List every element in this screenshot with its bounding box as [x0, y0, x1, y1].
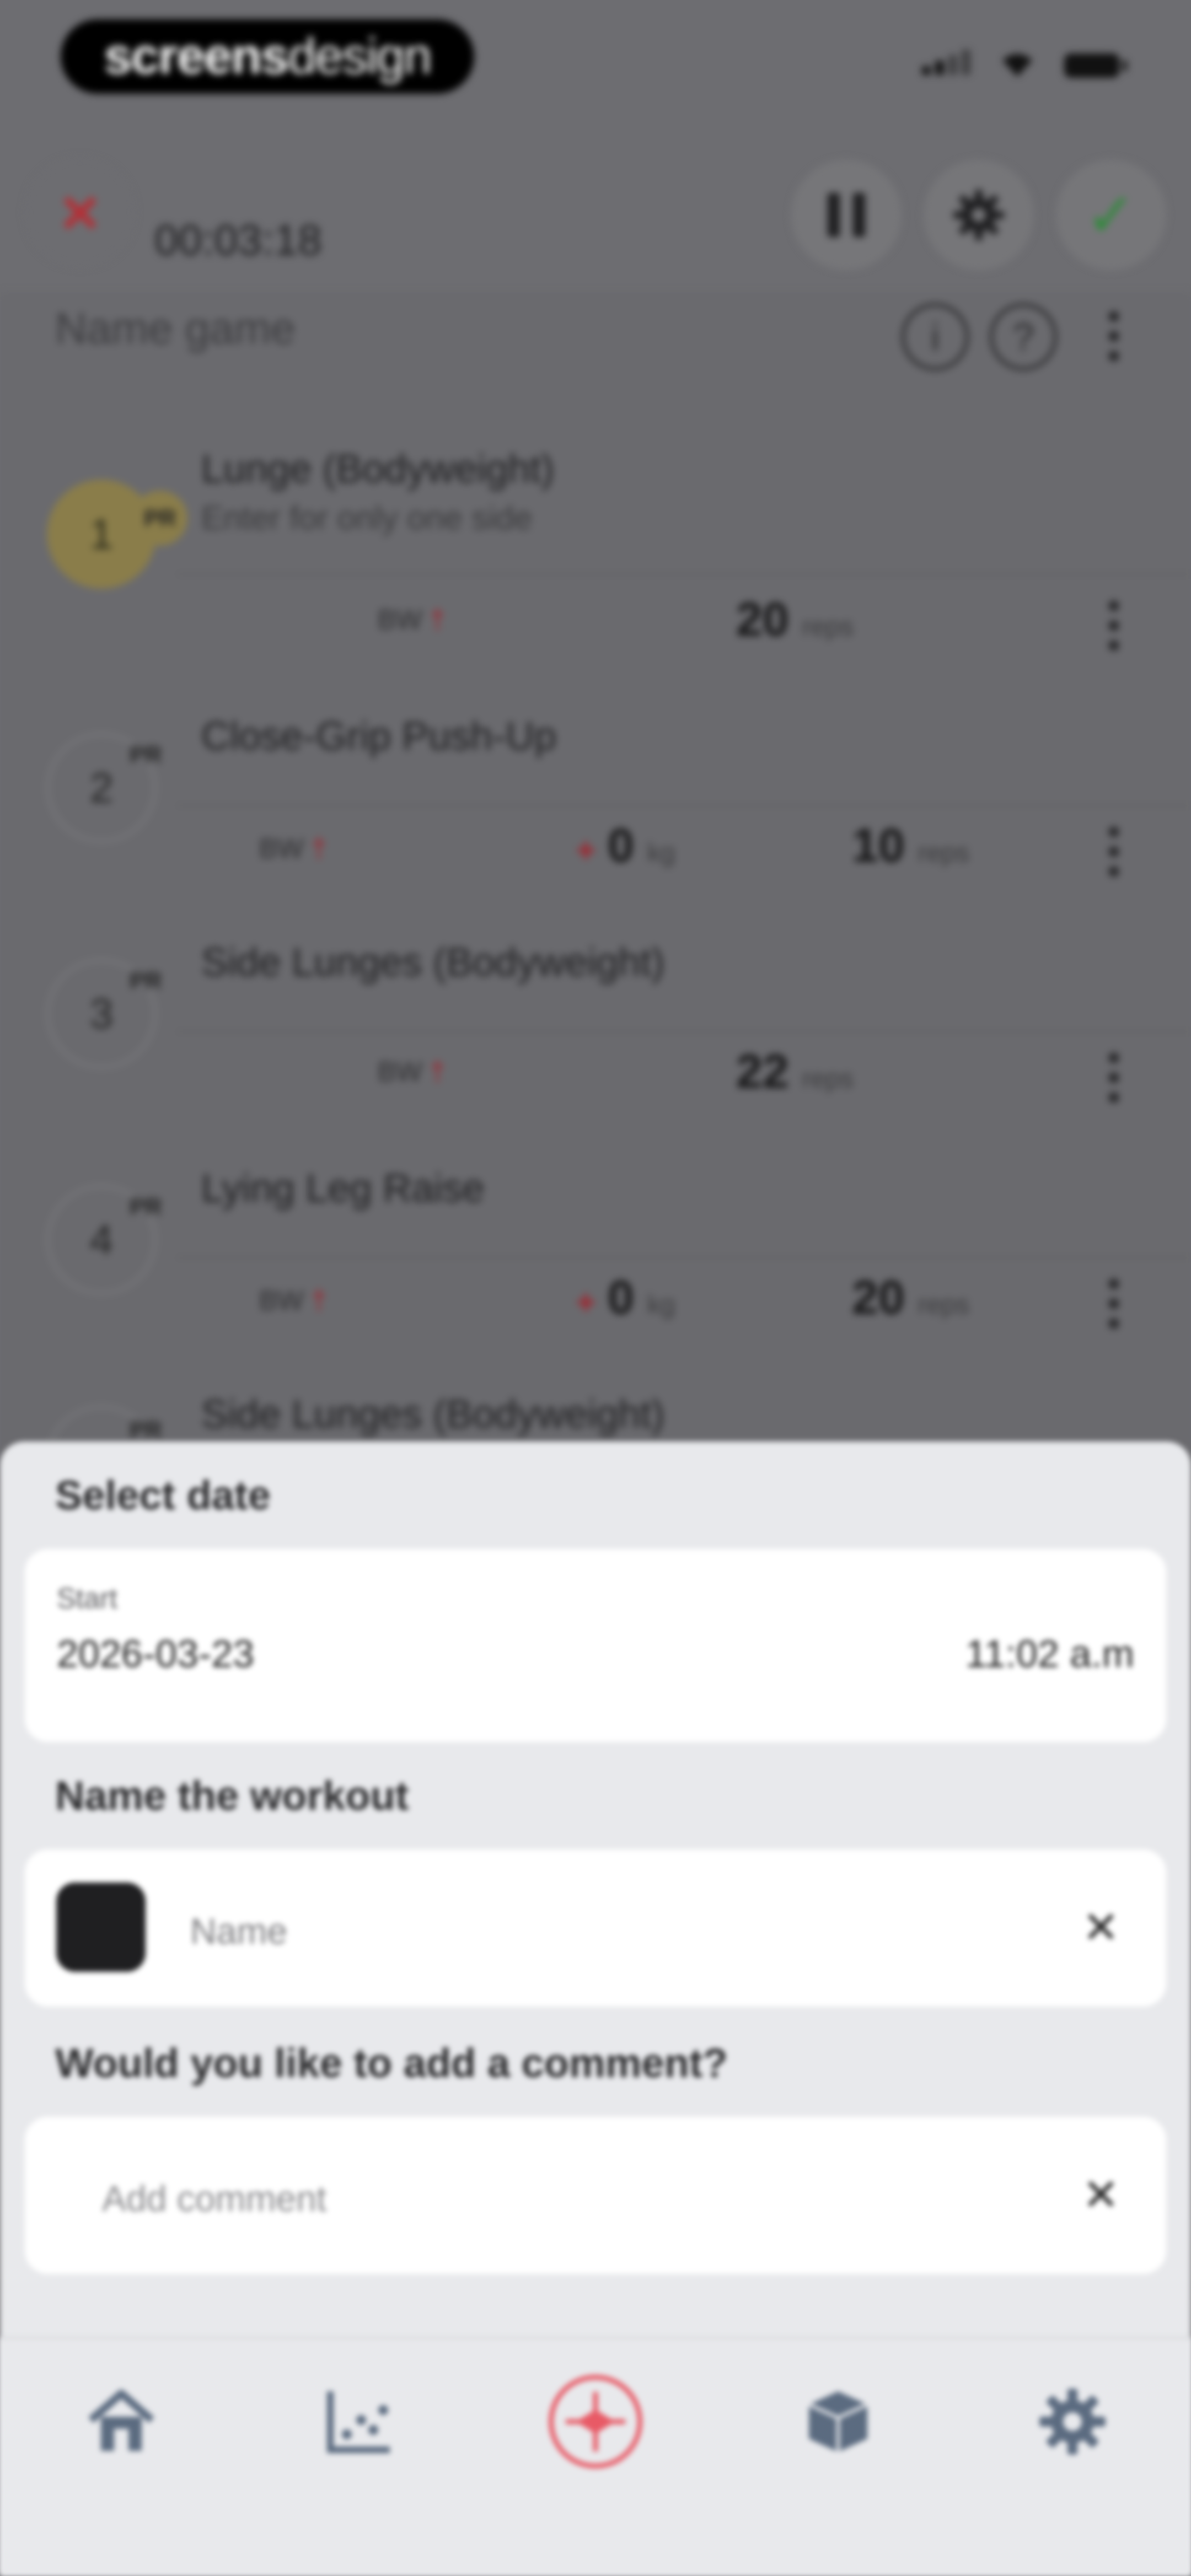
- exercise-name: Side Lunges (Bodyweight): [201, 940, 665, 985]
- divider: [176, 573, 1191, 575]
- reps-value[interactable]: 10 reps: [852, 819, 969, 873]
- exercise-name: Side Lunges (Bodyweight): [201, 1392, 665, 1437]
- workout-name-card[interactable]: Name ✕: [25, 1849, 1166, 2007]
- reps-unit: reps: [802, 612, 854, 642]
- gear-icon: [1039, 2389, 1106, 2455]
- tab-library[interactable]: [794, 2378, 882, 2466]
- exercise-subtitle: Enter for only one side: [201, 499, 533, 536]
- battery-icon: [1064, 53, 1127, 78]
- exercise-menu-button[interactable]: [1108, 1053, 1119, 1103]
- workout-name-field[interactable]: Name: [190, 1910, 287, 1952]
- start-date-card[interactable]: Start 2026-03-23 11:02 a.m: [25, 1549, 1166, 1742]
- pause-button[interactable]: [791, 160, 902, 270]
- exercise-name: Close-Grip Push-Up: [201, 714, 557, 759]
- tab-workout[interactable]: [549, 2375, 642, 2469]
- close-button[interactable]: ×: [25, 157, 135, 267]
- pr-badge: PR: [132, 491, 187, 546]
- reps-value[interactable]: 20 reps: [852, 1271, 969, 1325]
- workout-color-swatch[interactable]: [56, 1883, 146, 1972]
- screensdesign-logo: screens design: [61, 19, 474, 94]
- exercise-number: 4: [89, 1216, 114, 1263]
- exercise-row[interactable]: 1 PR Lunge (Bodyweight) Enter for only o…: [0, 419, 1191, 650]
- home-icon: [88, 2390, 154, 2451]
- logo-bold-text: screens: [104, 28, 289, 84]
- wifi-icon: [1002, 54, 1032, 77]
- gear-icon: [953, 190, 1004, 240]
- bodyweight-label: BW †: [378, 604, 446, 635]
- divider: [176, 805, 1191, 806]
- name-workout-title: Name the workout: [55, 1773, 409, 1819]
- exercise-row[interactable]: PR Side Lunges (Bodyweight): [0, 1323, 1191, 1442]
- weight-unit: kg: [647, 838, 675, 868]
- exercise-number: 1: [89, 510, 114, 558]
- bodyweight-label: BW †: [259, 833, 327, 864]
- cellular-signal-icon: [918, 50, 970, 78]
- comment-card[interactable]: Add comment ✕: [25, 2117, 1166, 2274]
- tab-home[interactable]: [77, 2378, 165, 2466]
- workout-name-input[interactable]: Name game: [55, 303, 296, 354]
- start-date-value[interactable]: 2026-03-23: [57, 1632, 254, 1676]
- clear-name-icon[interactable]: ✕: [1082, 1902, 1119, 1953]
- comment-title: Would you like to add a comment?: [55, 2040, 728, 2086]
- reps-unit: reps: [802, 1064, 854, 1094]
- settings-button[interactable]: [924, 160, 1034, 270]
- help-icon[interactable]: ?: [990, 303, 1057, 370]
- comment-field[interactable]: Add comment: [102, 2177, 326, 2219]
- pr-badge: PR: [130, 741, 162, 767]
- logo-light-text: design: [288, 28, 432, 84]
- divider: [176, 1257, 1191, 1259]
- reps-value[interactable]: 22 reps: [736, 1045, 854, 1099]
- box-icon: [808, 2391, 868, 2452]
- exercise-row[interactable]: 2 PR Close-Grip Push-Up BW † +0 kg 10 re…: [0, 645, 1191, 876]
- start-label: Start: [57, 1583, 117, 1615]
- weight-value[interactable]: +0 kg: [576, 819, 675, 873]
- reps-unit: reps: [918, 838, 969, 868]
- divider: [176, 1031, 1191, 1032]
- exercise-menu-button[interactable]: [1108, 1279, 1119, 1329]
- weight-unit: kg: [647, 1290, 675, 1320]
- exercise-name: Lunge (Bodyweight): [201, 447, 555, 491]
- bodyweight-label: BW †: [259, 1285, 327, 1316]
- select-date-title: Select date: [55, 1472, 271, 1518]
- exercise-menu-button[interactable]: [1108, 827, 1119, 876]
- chart-icon: [327, 2391, 390, 2453]
- exercise-number: 3: [89, 990, 114, 1037]
- exercise-row[interactable]: 3 PR Side Lunges (Bodyweight) BW † 22 re…: [0, 871, 1191, 1103]
- tab-statistics[interactable]: [314, 2378, 403, 2466]
- crosshair-icon: [566, 2392, 625, 2451]
- workout-timer: 00:03:18: [154, 216, 322, 264]
- bodyweight-label: BW †: [378, 1056, 446, 1087]
- status-icons: [918, 50, 1127, 78]
- exercise-name: Lying Leg Raise: [201, 1166, 485, 1211]
- clear-comment-icon[interactable]: ✕: [1082, 2169, 1119, 2220]
- pause-icon: [828, 193, 865, 237]
- bottom-tab-bar: [0, 2337, 1191, 2576]
- close-icon: ×: [60, 175, 100, 249]
- info-icon[interactable]: i: [902, 303, 969, 370]
- pr-badge: PR: [130, 1417, 162, 1442]
- workout-menu-button[interactable]: [1108, 311, 1119, 361]
- tab-settings[interactable]: [1028, 2378, 1117, 2466]
- finish-workout-button[interactable]: ✓: [1056, 160, 1166, 270]
- exercise-menu-button[interactable]: [1108, 601, 1119, 650]
- weight-value[interactable]: +0 kg: [576, 1271, 675, 1325]
- reps-unit: reps: [918, 1290, 969, 1320]
- pr-badge: PR: [130, 1193, 162, 1219]
- reps-value[interactable]: 20 reps: [736, 593, 854, 647]
- start-time-value[interactable]: 11:02 a.m: [965, 1632, 1134, 1676]
- exercise-number: 2: [89, 764, 114, 811]
- checkmark-icon: ✓: [1085, 181, 1137, 249]
- exercise-row[interactable]: 4 PR Lying Leg Raise BW † +0 kg 20 reps: [0, 1097, 1191, 1329]
- pr-badge: PR: [130, 967, 162, 993]
- workout-screen: screens design × 00:03:18 ✓ Name game i …: [0, 0, 1191, 1477]
